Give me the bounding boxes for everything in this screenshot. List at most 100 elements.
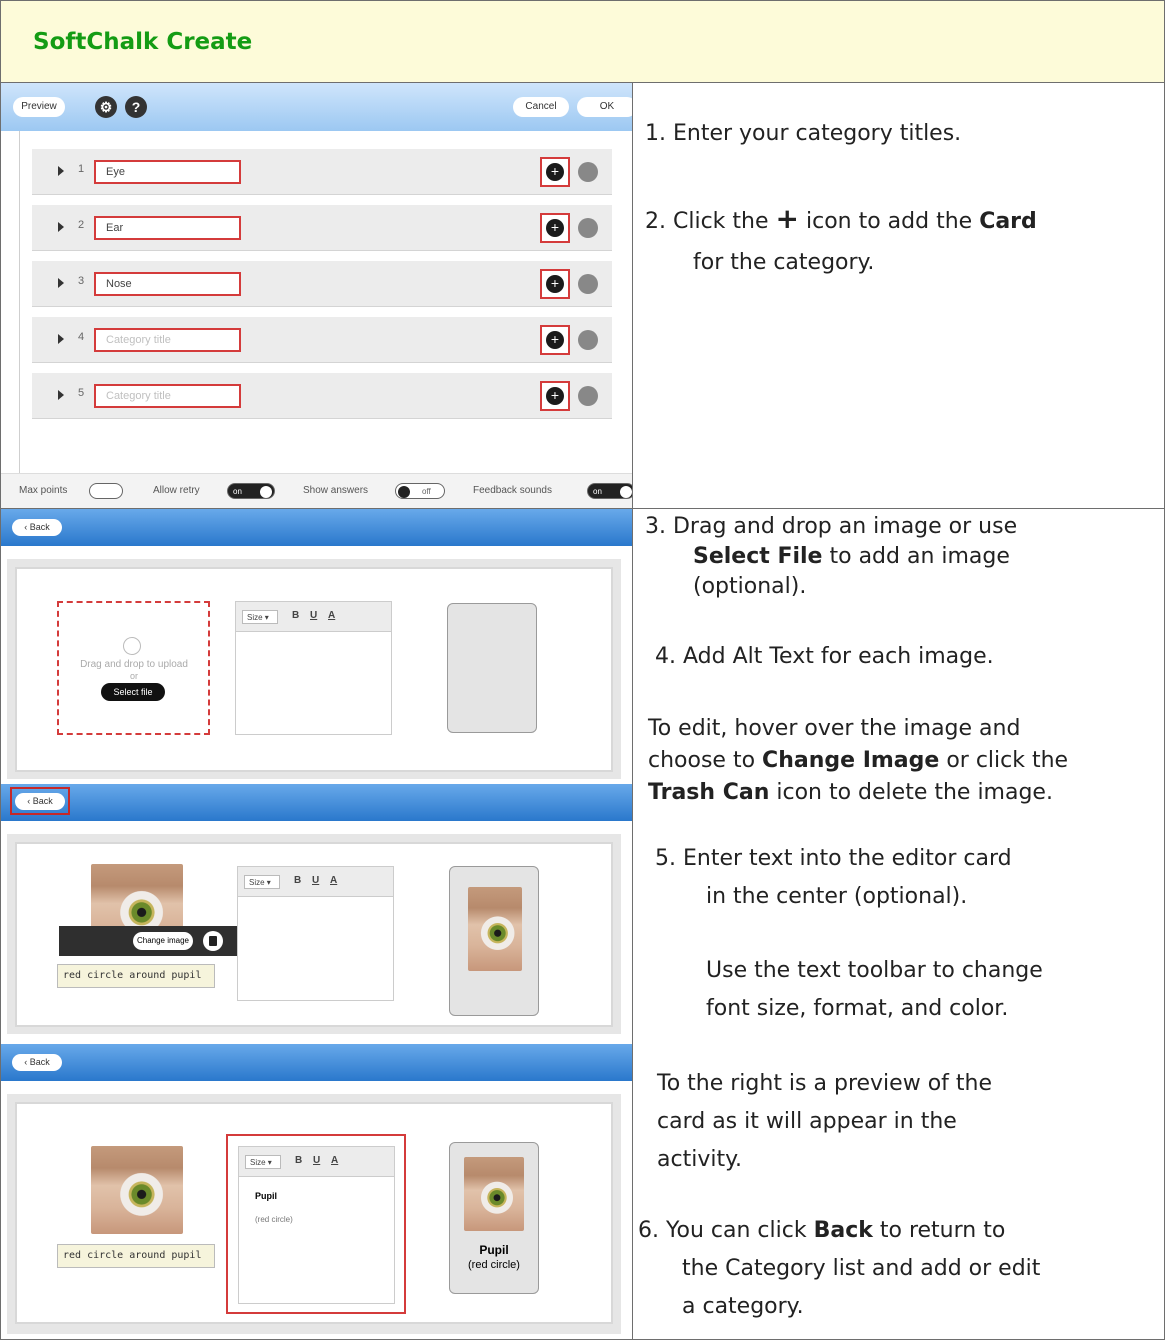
card-text-title: Pupil xyxy=(255,1191,277,1201)
card-preview: Pupil (red circle) xyxy=(449,1142,539,1294)
editor-top-bar: ‹ Back xyxy=(1,509,632,546)
category-title-input[interactable]: Category title xyxy=(94,384,241,408)
card-editor-empty-screenshot: ‹ Back Drag and drop to upload or Select… xyxy=(1,509,632,784)
text-color-button[interactable]: A xyxy=(331,1155,338,1166)
show-answers-toggle[interactable]: off xyxy=(395,483,445,499)
bold-button[interactable]: B xyxy=(295,1155,302,1166)
or-text: or xyxy=(129,671,138,681)
bold-button[interactable]: B xyxy=(294,875,301,886)
delete-category-icon[interactable] xyxy=(578,274,598,294)
select-file-button[interactable]: Select file xyxy=(101,683,165,701)
row-number: 2 xyxy=(78,219,85,231)
add-card-icon[interactable]: + xyxy=(546,163,564,181)
expand-arrow-icon[interactable] xyxy=(58,222,64,232)
delete-category-icon[interactable] xyxy=(578,386,598,406)
edit-text-d: icon to delete the image. xyxy=(776,780,1053,805)
editor-frame: Change image red circle around pupil Siz… xyxy=(7,834,621,1034)
text-color-button[interactable]: A xyxy=(330,875,337,886)
feedback-sounds-label: Feedback sounds xyxy=(473,485,552,496)
cancel-button[interactable]: Cancel xyxy=(513,97,569,117)
text-color-button[interactable]: A xyxy=(328,610,335,621)
size-label: Size xyxy=(249,878,265,887)
help-icon[interactable]: ? xyxy=(125,96,147,118)
expand-arrow-icon[interactable] xyxy=(58,166,64,176)
size-dropdown[interactable]: Size ▾ xyxy=(245,1155,281,1169)
image-drop-zone[interactable]: Drag and drop to upload or Select file xyxy=(57,601,210,735)
alt-text-field[interactable]: red circle around pupil xyxy=(57,1244,215,1268)
category-list-screenshot: Preview ⚙ ? Cancel OK 1 Eye +2 Ear +3 Nose +4 C… xyxy=(1,83,632,508)
feedback-sounds-state: on xyxy=(593,487,602,496)
underline-button[interactable]: U xyxy=(312,875,319,886)
add-card-icon[interactable]: + xyxy=(546,331,564,349)
trash-icon[interactable] xyxy=(203,931,223,951)
feedback-sounds-toggle[interactable]: on xyxy=(587,483,632,499)
eye-image[interactable] xyxy=(91,1146,183,1234)
page-title: SoftChalk Create xyxy=(33,29,253,55)
delete-category-icon[interactable] xyxy=(578,218,598,238)
edit-bold2: Trash Can xyxy=(648,780,770,805)
edit-text-b: choose to xyxy=(648,748,756,773)
step-1: 1. Enter your category titles. xyxy=(645,121,962,146)
bold-button[interactable]: B xyxy=(292,610,299,621)
upload-icon xyxy=(123,637,141,655)
add-card-highlight: + xyxy=(540,325,570,355)
expand-arrow-icon[interactable] xyxy=(58,334,64,344)
edit-text-c: or click the xyxy=(946,748,1069,773)
allow-retry-toggle[interactable]: on xyxy=(227,483,275,499)
size-dropdown[interactable]: Size ▾ xyxy=(244,875,280,889)
category-title-input[interactable]: Ear xyxy=(94,216,241,240)
text-toolbar: Size ▾ B U A xyxy=(239,1147,394,1177)
row-number: 1 xyxy=(78,163,85,175)
step-2-cont: for the category. xyxy=(693,250,875,275)
max-points-label: Max points xyxy=(19,485,68,496)
back-button[interactable]: ‹ Back xyxy=(15,793,65,810)
category-row[interactable]: 3 Nose + xyxy=(32,261,612,307)
preview-line3: activity. xyxy=(657,1147,742,1172)
back-button[interactable]: ‹ Back xyxy=(12,519,62,536)
delete-category-icon[interactable] xyxy=(578,330,598,350)
category-row[interactable]: 5 Category title + xyxy=(32,373,612,419)
card-editor-image-screenshot: ‹ Back Change image red circle around pu… xyxy=(1,784,632,1044)
size-label: Size xyxy=(250,1158,266,1167)
category-row[interactable]: 4 Category title + xyxy=(32,317,612,363)
text-editor-card[interactable]: Size ▾ B U A Pupil (red circle) xyxy=(238,1146,395,1304)
max-points-toggle[interactable] xyxy=(89,483,123,499)
underline-button[interactable]: U xyxy=(310,610,317,621)
add-card-highlight: + xyxy=(540,213,570,243)
delete-category-icon[interactable] xyxy=(578,162,598,182)
add-card-icon[interactable]: + xyxy=(546,275,564,293)
step-2-text-b: icon to add the xyxy=(805,209,973,234)
step-3-text-b: to add an image xyxy=(829,544,1010,569)
text-editor-card[interactable]: Size ▾ B U A xyxy=(237,866,394,1001)
category-row[interactable]: 2 Ear + xyxy=(32,205,612,251)
text-editor-card[interactable]: Size ▾ B U A xyxy=(235,601,392,735)
category-title-input[interactable]: Category title xyxy=(94,328,241,352)
category-row[interactable]: 1 Eye + xyxy=(32,149,612,195)
change-image-button[interactable]: Change image xyxy=(133,932,193,950)
back-button[interactable]: ‹ Back xyxy=(12,1054,62,1071)
settings-footer: Max points Allow retry on Show answers o… xyxy=(1,473,632,508)
step-6-text-a: 6. You can click xyxy=(638,1218,807,1243)
toolbar-line2: font size, format, and color. xyxy=(706,996,1009,1021)
text-editor-highlight: Size ▾ B U A Pupil (red circle) xyxy=(226,1134,406,1314)
editor-frame: Drag and drop to upload or Select file S… xyxy=(7,559,621,779)
drop-text: Drag and drop to upload xyxy=(80,659,188,670)
category-title-input[interactable]: Eye xyxy=(94,160,241,184)
plus-icon: + xyxy=(775,202,799,235)
preview-line2: card as it will appear in the xyxy=(657,1109,957,1134)
alt-text-field[interactable]: red circle around pupil xyxy=(57,964,215,988)
expand-arrow-icon[interactable] xyxy=(58,390,64,400)
preview-button[interactable]: Preview xyxy=(13,97,65,117)
add-card-icon[interactable]: + xyxy=(546,387,564,405)
underline-button[interactable]: U xyxy=(313,1155,320,1166)
expand-arrow-icon[interactable] xyxy=(58,278,64,288)
ok-button[interactable]: OK xyxy=(577,97,632,117)
category-title-input[interactable]: Nose xyxy=(94,272,241,296)
add-card-icon[interactable]: + xyxy=(546,219,564,237)
step-5-line2: in the center (optional). xyxy=(706,884,968,909)
left-divider xyxy=(0,508,632,509)
size-dropdown[interactable]: Size ▾ xyxy=(242,610,278,624)
trash-glyph xyxy=(209,936,217,946)
gear-icon[interactable]: ⚙ xyxy=(95,96,117,118)
row-number: 3 xyxy=(78,275,85,287)
